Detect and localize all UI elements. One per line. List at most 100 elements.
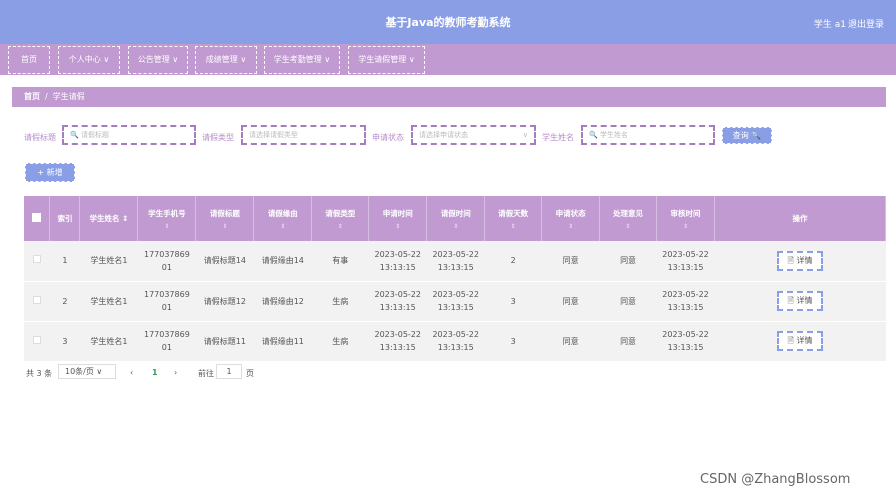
cell-title: 请假标题14 [195,241,254,282]
cell-status: 同意 [541,241,600,282]
cell-audit-time: 2023-05-22 13:13:15 [656,321,715,362]
menu-personal-center[interactable]: 个人中心 ∨ [58,46,120,74]
cell-index: 1 [49,241,80,282]
chevron-down-icon: ∨ [522,131,528,139]
col-reason[interactable]: 请假缘由 ⇕ [253,196,313,241]
col-audit-time[interactable]: 审核时间 ⇕ [656,196,716,241]
title-filter-label: 请假标题 [24,133,56,142]
type-filter-select[interactable]: 请选择请假类型 [241,125,366,145]
menu-home[interactable]: 首页 [8,46,50,74]
col-opinion[interactable]: 处理意见 ⇕ [599,196,658,241]
col-type[interactable]: 请假类型 ⇕ [311,196,370,241]
cell-audit-clock: 13:13:15 [667,262,704,272]
current-page[interactable]: 1 [152,368,158,377]
menu-announcement[interactable]: 公告管理 ∨ [128,46,188,74]
prev-page-button[interactable]: ‹ [130,368,133,377]
menu-grades[interactable]: 成绩管理 ∨ [195,46,257,74]
cell-apply-time: 2023-05-22 13:13:15 [368,281,427,322]
cell-type: 生病 [311,281,369,322]
detail-button[interactable]: 🗎 详情 [777,250,823,271]
type-filter-label: 请假类型 [202,133,234,142]
cell-name: 学生姓名1 [79,281,138,322]
sort-icon: ⇕ [568,222,574,230]
app-title: 基于Java的教师考勤系统 [385,16,511,29]
add-button[interactable]: + 新增 [25,163,75,182]
col-phone[interactable]: 学生手机号 ⇕ [137,196,197,241]
top-header: 基于Java的教师考勤系统 学生 a1 退出登录 [0,0,896,44]
menu-student-leave[interactable]: 学生请假管理 ∨ [348,46,425,74]
goto-page-input[interactable]: 1 [216,364,242,379]
select-all-cell [24,196,51,241]
cell-apply-date: 2023-05-22 [374,290,421,299]
cell-leave-date: 2023-05-22 [432,249,479,259]
col-opinion-label: 处理意见 [613,208,644,218]
page-size-select[interactable]: 10条/页 ∨ [58,364,116,379]
col-title[interactable]: 请假标题 ⇕ [195,196,255,241]
cell-reason: 请假缘由11 [253,321,312,362]
col-days[interactable]: 请假天数 ⇕ [484,196,543,241]
logout-link[interactable]: 退出登录 [848,17,884,30]
sort-icon: ⇕ [510,222,516,230]
cell-days: 3 [484,281,542,322]
title-filter-input[interactable]: 🔍 请假标题 [62,125,196,145]
sort-icon: ⇕ [222,222,228,230]
goto-label: 前往 [198,369,214,378]
name-filter-input[interactable]: 🔍 学生姓名 [581,125,715,145]
detail-button[interactable]: 🗎 详情 [777,291,823,311]
cell-index: 3 [49,321,80,362]
cell-days: 2 [484,241,542,282]
status-filter-select[interactable]: 请选择申请状态 ∨ [411,125,536,145]
select-all-checkbox[interactable] [32,213,42,222]
cell-actions: 🗎 详情 [714,321,886,362]
cell-apply-time: 2023-05-22 13:13:15 [368,241,427,282]
search-button[interactable]: 查询 🔍 [722,127,772,144]
sort-icon: ⇕ [395,222,401,230]
status-filter-label: 申请状态 [372,133,404,142]
cell-leave-clock: 13:13:15 [437,343,474,352]
cell-audit-clock: 13:13:15 [667,303,704,312]
col-status[interactable]: 申请状态 ⇕ [541,196,601,241]
cell-name: 学生姓名1 [79,321,138,362]
cell-leave-time: 2023-05-22 13:13:15 [426,321,485,362]
next-page-button[interactable]: › [174,368,177,377]
cell-opinion: 同意 [599,281,657,322]
col-leave-time[interactable]: 请假时间 ⇕ [426,196,486,241]
cell-phone-line1: 177037869 [143,290,190,299]
col-actions: 操作 [714,196,886,241]
cell-leave-date: 2023-05-22 [432,290,479,299]
table-row: 2 学生姓名1 177037869 01 请假标题12 请假缘由12 生病 202… [24,281,886,322]
cell-type: 有事 [311,241,369,282]
row-select-cell [24,321,50,362]
cell-audit-clock: 13:13:15 [667,343,704,352]
col-apply-time[interactable]: 申请时间 ⇕ [368,196,428,241]
table-header-row: 索引 学生姓名 ↕ 学生手机号 ⇕ 请假标题 ⇕ 请假缘由 ⇕ 请假类型 ⇕ 申请时间 ⇕… [24,196,886,241]
sort-icon: ⇕ [453,222,459,230]
cell-phone: 177037869 01 [137,281,196,322]
cell-apply-date: 2023-05-22 [374,249,421,259]
cell-apply-clock: 13:13:15 [379,303,416,312]
row-checkbox[interactable] [32,335,41,344]
sort-icon: ⇕ [683,222,689,230]
col-status-label: 申请状态 [555,208,586,218]
cell-apply-date: 2023-05-22 [374,330,421,339]
detail-button[interactable]: 🗎 详情 [777,331,823,351]
cell-phone: 177037869 01 [137,241,196,282]
row-checkbox[interactable] [32,295,41,304]
col-name[interactable]: 学生姓名 ↕ [79,196,139,241]
cell-apply-time: 2023-05-22 13:13:15 [368,321,427,362]
cell-leave-clock: 13:13:15 [437,262,474,272]
cell-phone-line2: 01 [161,303,172,312]
col-index: 索引 [49,196,81,241]
current-user: 学生 a1 [813,20,846,30]
cell-type: 生病 [311,321,369,362]
row-checkbox[interactable] [32,255,41,264]
cell-status: 同意 [541,321,600,362]
cell-apply-clock: 13:13:15 [379,262,416,272]
table-row: 3 学生姓名1 177037869 01 请假标题11 请假缘由11 生病 202… [24,321,886,362]
cell-audit-time: 2023-05-22 13:13:15 [656,241,715,282]
col-days-label: 请假天数 [498,208,529,218]
menu-student-attendance[interactable]: 学生考勤管理 ∨ [264,46,340,74]
cell-title: 请假标题12 [195,281,254,322]
cell-title: 请假标题11 [195,321,254,362]
breadcrumb-home[interactable]: 首页 [24,92,40,101]
